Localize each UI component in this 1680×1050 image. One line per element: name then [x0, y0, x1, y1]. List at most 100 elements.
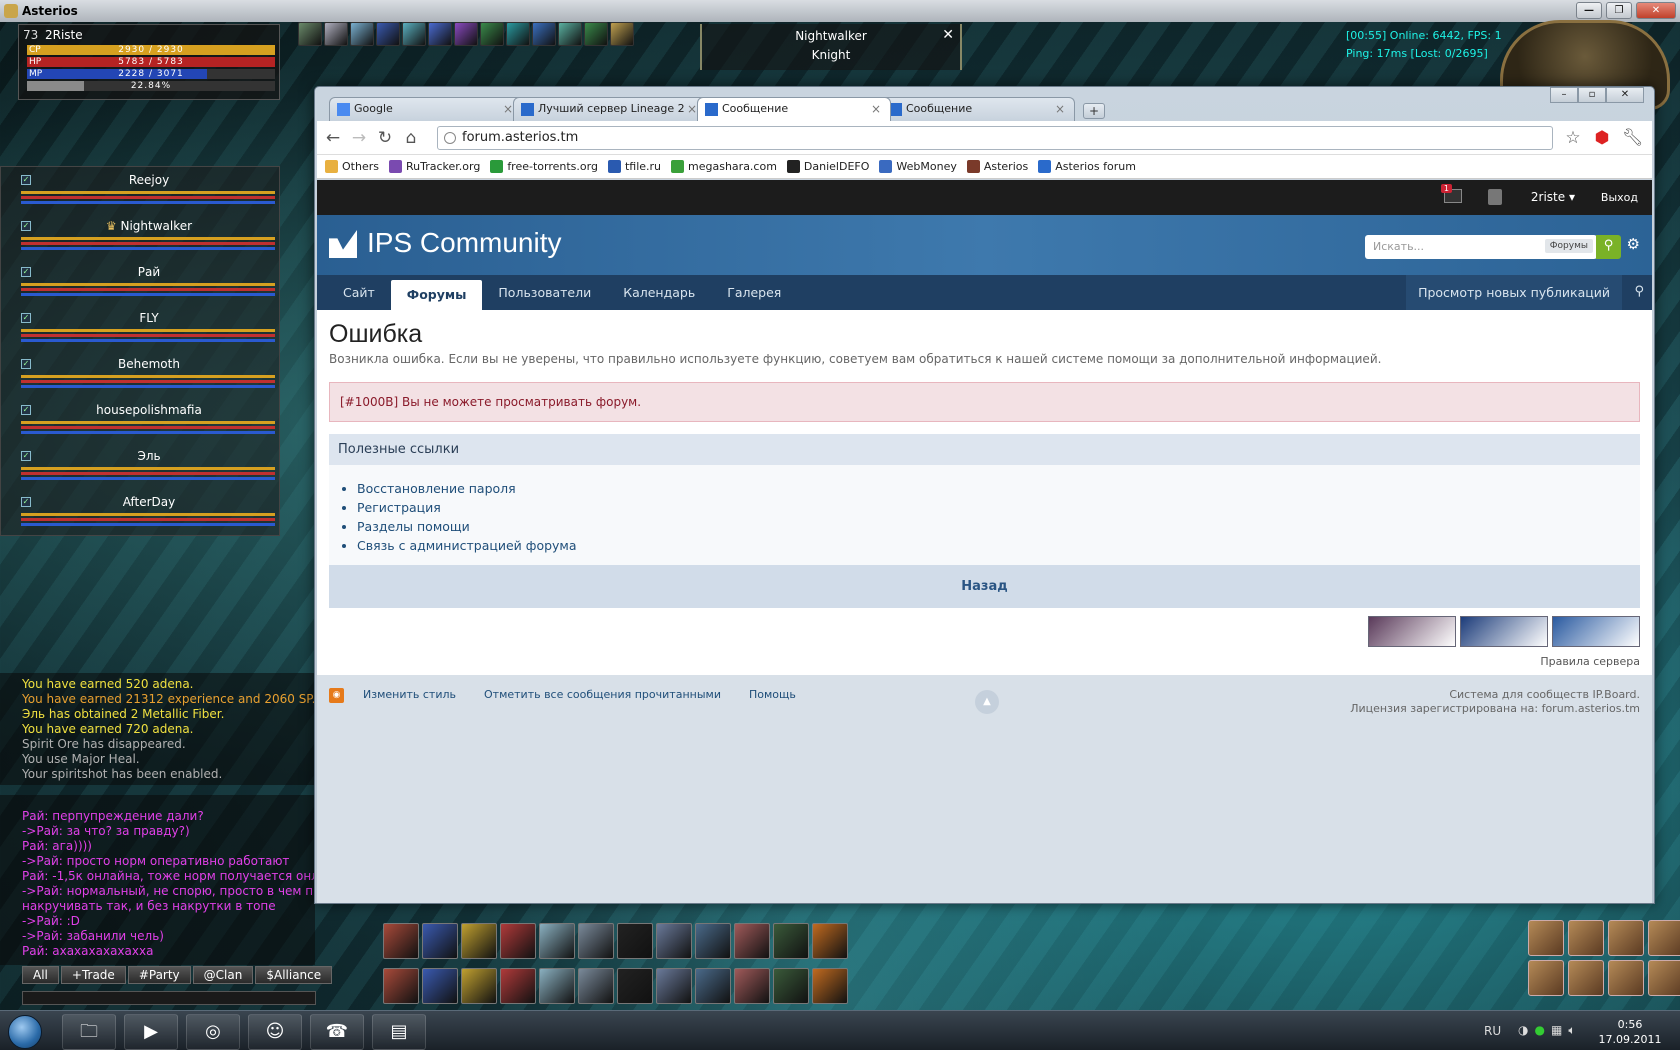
menu-icon[interactable] [1528, 960, 1564, 996]
back-arrow-icon[interactable]: ← [323, 128, 343, 148]
user-menu[interactable]: 2riste ▾ [1531, 190, 1575, 204]
skill-slot[interactable] [461, 968, 497, 1004]
skill-slot[interactable] [656, 968, 692, 1004]
skill-slot[interactable] [695, 923, 731, 959]
party-member[interactable]: ✓ AfterDay [19, 489, 279, 533]
skill-slot[interactable] [383, 968, 419, 1004]
search-input[interactable]: Искать... Форумы [1365, 235, 1597, 259]
buff-icon[interactable] [610, 22, 634, 46]
browser-maximize-button[interactable]: ▫ [1578, 87, 1606, 103]
reload-icon[interactable]: ↻ [375, 128, 395, 148]
bookmark-item[interactable]: Asterios [966, 160, 1028, 173]
search-scope-select[interactable]: Форумы [1544, 239, 1593, 253]
clock[interactable]: 0:56 17.09.2011 [1590, 1017, 1670, 1047]
skill-slot[interactable] [383, 923, 419, 959]
bookmark-item[interactable]: free-torrents.org [490, 160, 598, 173]
view-new-content-link[interactable]: Просмотр новых публикаций [1406, 275, 1622, 310]
skill-slot[interactable] [461, 923, 497, 959]
counter-badge[interactable] [1460, 616, 1548, 647]
skill-slot[interactable] [578, 968, 614, 1004]
menu-icon[interactable] [1608, 960, 1644, 996]
party-member[interactable]: ✓ Эль [19, 443, 279, 487]
adblock-icon[interactable]: ⬢ [1592, 128, 1612, 148]
skill-slot[interactable] [500, 968, 536, 1004]
menu-icon[interactable] [1568, 920, 1604, 956]
forum-nav-item[interactable]: Пользователи [482, 275, 607, 310]
home-icon[interactable]: ⌂ [401, 128, 421, 148]
map-pin-icon[interactable]: ⚲ [1634, 284, 1644, 299]
party-member[interactable]: ✓ housepolishmafia [19, 397, 279, 441]
bookmark-item[interactable]: tfile.ru [607, 160, 661, 173]
gear-icon[interactable]: ⚙ [1627, 235, 1640, 253]
skill-slot[interactable] [656, 923, 692, 959]
buff-icon[interactable] [532, 22, 556, 46]
taskbar-lineage-button[interactable]: ☺ [248, 1014, 302, 1050]
buff-icon[interactable] [324, 22, 348, 46]
skill-slot[interactable] [734, 968, 770, 1004]
useful-link[interactable]: Восстановление пароля [357, 479, 1640, 498]
forum-nav-item[interactable]: Календарь [607, 275, 711, 310]
skill-slot[interactable] [578, 923, 614, 959]
buff-icon[interactable] [558, 22, 582, 46]
taskbar-explorer-button[interactable]: 🗀︎ [62, 1014, 116, 1050]
language-indicator[interactable]: RU [1484, 1024, 1501, 1038]
skill-slot[interactable] [695, 968, 731, 1004]
forum-nav-item[interactable]: Форумы [390, 280, 483, 310]
search-button[interactable]: ⚲ [1596, 235, 1621, 259]
buff-icon[interactable] [506, 22, 530, 46]
menu-icon[interactable] [1528, 920, 1564, 956]
browser-close-button[interactable]: ✕ [1606, 87, 1644, 103]
skill-slot[interactable] [773, 923, 809, 959]
close-tab-icon[interactable]: × [687, 98, 697, 120]
skill-slot[interactable] [422, 968, 458, 1004]
tray-network-icon[interactable]: ▦ [1551, 1023, 1562, 1038]
close-tab-icon[interactable]: × [503, 98, 513, 120]
target-panel[interactable]: Nightwalker Knight ✕ [700, 24, 962, 70]
skill-slot[interactable] [812, 923, 848, 959]
chat-input[interactable] [22, 991, 316, 1005]
party-member[interactable]: ✓ Reejoy [19, 167, 279, 211]
wrench-menu-icon[interactable]: 🔧︎ [1622, 128, 1644, 148]
taskbar-media-player-button[interactable]: ▶ [124, 1014, 178, 1050]
back-to-top-icon[interactable]: ▲ [975, 690, 999, 714]
buff-icon[interactable] [402, 22, 426, 46]
close-button[interactable]: ✕ [1636, 2, 1676, 19]
forum-logo-text[interactable]: IPS Community [367, 227, 562, 259]
taskbar-voice-chat-button[interactable]: ☎ [310, 1014, 364, 1050]
back-button[interactable]: Назад [329, 565, 1640, 608]
chat-tab[interactable]: #Party [127, 966, 191, 984]
start-button[interactable] [8, 1015, 42, 1049]
chat-tab[interactable]: $Alliance [255, 966, 333, 984]
character-status-panel[interactable]: 73 2Riste CP 2930 / 2930 HP 5783 / 5783 … [18, 24, 280, 100]
tray-volume-icon[interactable]: 🔈︎ [1568, 1023, 1575, 1038]
tray-toggle-icon[interactable]: ◑ [1518, 1023, 1528, 1038]
skill-slot[interactable] [773, 968, 809, 1004]
skill-slot[interactable] [812, 968, 848, 1004]
menu-icon[interactable] [1648, 920, 1680, 956]
tray-status-icon[interactable]: ● [1534, 1023, 1544, 1038]
menu-icon[interactable] [1568, 960, 1604, 996]
taskbar-monitor-button[interactable]: ▤ [372, 1014, 426, 1050]
maximize-button[interactable]: ❐ [1606, 2, 1632, 19]
close-tab-icon[interactable]: × [871, 98, 881, 120]
ips-logo-icon[interactable] [329, 230, 357, 258]
buff-icon[interactable] [298, 22, 322, 46]
skill-slot[interactable] [539, 923, 575, 959]
address-bar[interactable]: forum.asterios.tm [437, 126, 1553, 150]
footer-link[interactable]: Помощь [749, 688, 796, 701]
party-member[interactable]: ✓ FLY [19, 305, 279, 349]
useful-link[interactable]: Регистрация [357, 498, 1640, 517]
new-tab-button[interactable]: + [1083, 103, 1105, 119]
buff-icon[interactable] [454, 22, 478, 46]
minimize-button[interactable]: — [1576, 2, 1602, 19]
buff-icon[interactable] [350, 22, 374, 46]
skill-slot[interactable] [539, 968, 575, 1004]
skill-slot[interactable] [500, 923, 536, 959]
buff-icon[interactable] [480, 22, 504, 46]
party-member[interactable]: ✓ Behemoth [19, 351, 279, 395]
counter-badge[interactable] [1552, 616, 1640, 647]
useful-link[interactable]: Разделы помощи [357, 517, 1640, 536]
chat-tab[interactable]: All [22, 966, 59, 984]
bookmark-item[interactable]: DanielDEFO [786, 160, 869, 173]
bookmark-star-icon[interactable]: ☆ [1563, 128, 1583, 148]
